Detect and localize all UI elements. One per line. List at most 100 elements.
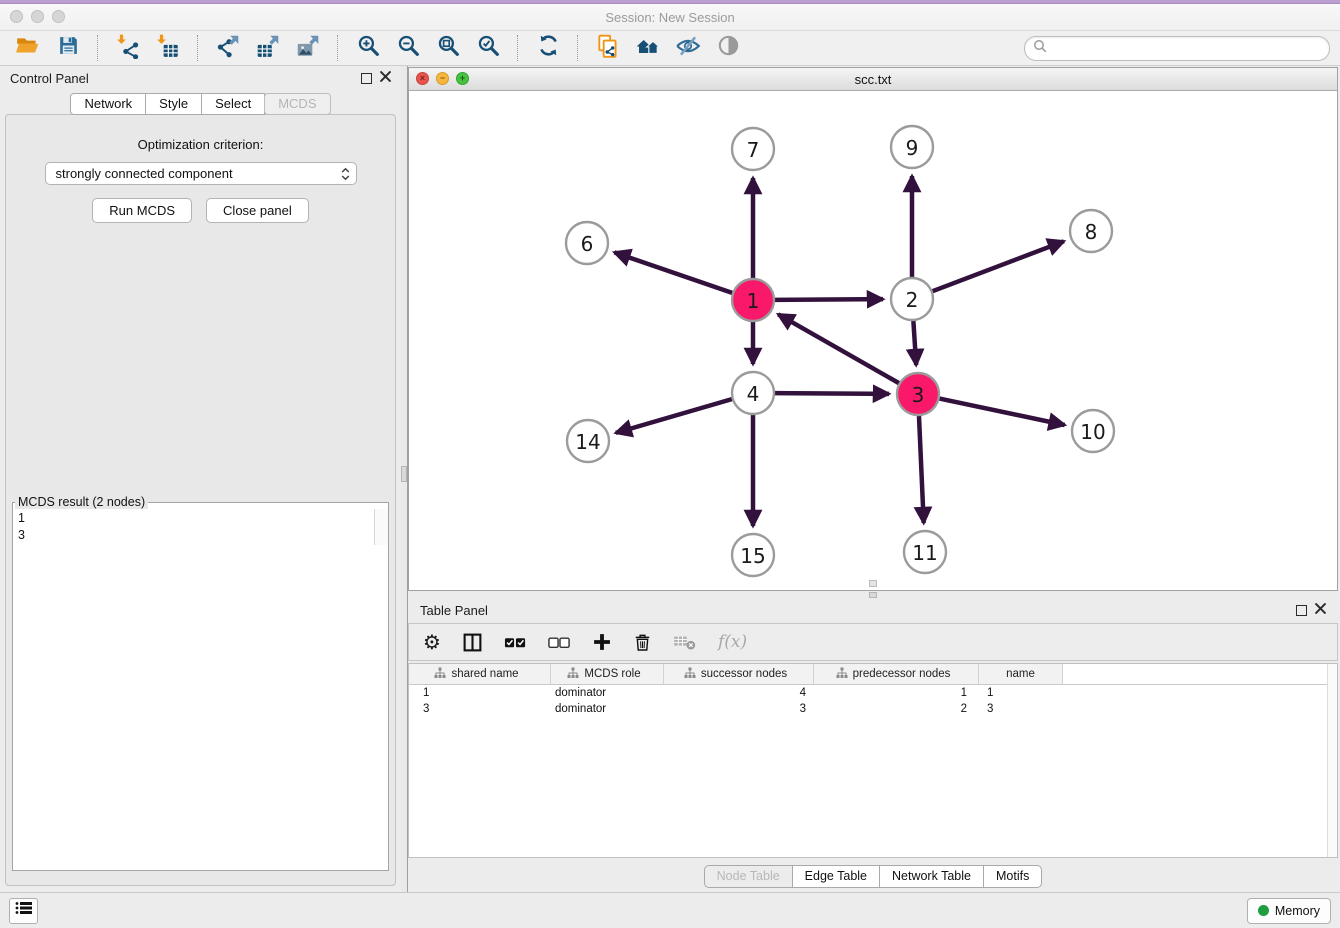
graph-node-1[interactable]: 1 [732,279,774,321]
column-header-mcds-role[interactable]: MCDS role [551,664,664,684]
table-row[interactable]: 1 dominator 4 1 1 [409,685,1337,701]
add-row-icon[interactable] [592,632,612,652]
zoom-out-button[interactable] [390,33,426,63]
graph-edge-3-1[interactable] [778,314,899,383]
run-mcds-button[interactable]: Run MCDS [92,198,192,223]
graph-node-7[interactable]: 7 [732,128,774,170]
column-layout-icon[interactable] [462,632,483,653]
graph-node-9[interactable]: 9 [891,126,933,168]
graph-edge-4-14[interactable] [616,399,732,433]
export-network-button[interactable] [210,33,246,63]
graph-node-6[interactable]: 6 [566,222,608,264]
float-panel-icon[interactable] [361,73,372,84]
graph-edge-3-10[interactable] [940,399,1065,425]
save-session-button[interactable] [50,33,86,63]
zoom-window-icon[interactable] [52,10,65,23]
cell-shared-name[interactable]: 3 [409,703,551,715]
toolbar-separator [197,35,199,61]
tab-network[interactable]: Network [70,93,146,115]
select-all-icon[interactable] [504,635,527,650]
svg-text:11: 11 [912,541,937,565]
graph-node-11[interactable]: 11 [904,531,946,573]
network-canvas[interactable]: 7 9 6 8 1 2 4 3 14 10 15 11 [409,91,1337,590]
graph-node-15[interactable]: 15 [732,534,774,576]
close-panel-icon[interactable] [380,69,391,87]
delete-row-icon[interactable] [633,632,652,653]
zoom-selected-button[interactable] [470,33,506,63]
mcds-result-list[interactable]: 1 3 [13,509,374,545]
graph-edge-2-8[interactable] [933,241,1064,291]
criterion-dropdown[interactable]: strongly connected component [45,162,357,185]
graph-node-3[interactable]: 3 [897,373,939,415]
graph-edge-2-3[interactable] [913,321,916,365]
graph-node-10[interactable]: 10 [1072,410,1114,452]
table-scrollbar[interactable] [1327,664,1337,857]
svg-text:9: 9 [906,136,919,160]
cell-shared-name[interactable]: 1 [409,687,551,699]
column-header-successor-nodes[interactable]: successor nodes [664,664,814,684]
float-panel-icon[interactable] [1296,605,1307,616]
tab-select[interactable]: Select [201,93,265,115]
cell-name[interactable]: 3 [979,703,1063,715]
tab-mcds[interactable]: MCDS [264,93,330,115]
close-window-icon[interactable] [10,10,23,23]
column-header-name[interactable]: name [979,664,1063,684]
graph-edge-1-2[interactable] [775,299,883,300]
memory-button[interactable]: Memory [1247,898,1331,924]
clone-network-button[interactable] [590,33,626,63]
cell-mcds-role[interactable]: dominator [551,687,664,699]
tab-motifs[interactable]: Motifs [983,865,1042,888]
cell-name[interactable]: 1 [979,687,1063,699]
minimize-window-icon[interactable] [31,10,44,23]
first-neighbors-button[interactable] [630,33,666,63]
import-network-button[interactable] [110,33,146,63]
search-input[interactable] [1052,40,1321,57]
column-header-shared-name[interactable]: shared name [409,664,551,684]
import-table-button[interactable] [150,33,186,63]
graph-node-2[interactable]: 2 [891,278,933,320]
tab-network-table[interactable]: Network Table [879,865,984,888]
canvas-resize-grip[interactable] [869,580,877,587]
vertical-splitter[interactable] [401,66,408,892]
refresh-layout-button[interactable] [530,33,566,63]
network-window-titlebar[interactable]: × − + scc.txt [409,68,1337,91]
delete-table-icon[interactable] [673,633,697,651]
splitter-grip[interactable] [869,592,877,598]
cell-mcds-role[interactable]: dominator [551,703,664,715]
show-all-button[interactable] [710,33,746,63]
graph-node-14[interactable]: 14 [567,420,609,462]
cell-successor-nodes[interactable]: 3 [664,703,814,715]
cell-predecessor-nodes[interactable]: 2 [814,703,979,715]
graph-node-8[interactable]: 8 [1070,210,1112,252]
graph-node-4[interactable]: 4 [732,372,774,414]
deselect-all-icon[interactable] [548,635,571,650]
column-header-predecessor-nodes[interactable]: predecessor nodes [814,664,979,684]
cell-predecessor-nodes[interactable]: 1 [814,687,979,699]
tab-node-table[interactable]: Node Table [704,865,793,888]
maximize-network-icon[interactable]: + [456,72,469,85]
task-history-button[interactable] [9,898,38,924]
graph-edge-3-11[interactable] [919,416,924,523]
close-panel-button[interactable]: Close panel [206,198,309,223]
graph-edge-4-3[interactable] [775,393,889,394]
gear-icon[interactable]: ⚙ [423,632,441,652]
splitter-grip[interactable] [401,466,407,482]
table-row[interactable]: 3 dominator 3 2 3 [409,701,1337,717]
horizontal-splitter[interactable] [408,591,1338,598]
zoom-fit-button[interactable] [430,33,466,63]
close-panel-icon[interactable] [1315,601,1326,619]
close-network-icon[interactable]: × [416,72,429,85]
search-field[interactable] [1024,36,1330,61]
tab-style[interactable]: Style [145,93,202,115]
zoom-in-button[interactable] [350,33,386,63]
tab-edge-table[interactable]: Edge Table [792,865,880,888]
function-builder-icon[interactable]: f(x) [718,634,747,651]
open-session-button[interactable] [10,33,46,63]
export-image-button[interactable] [290,33,326,63]
hide-selected-button[interactable] [670,33,706,63]
export-table-button[interactable] [250,33,286,63]
graph-edge-1-6[interactable] [614,252,732,292]
result-scrollbar[interactable] [374,509,388,545]
minimize-network-icon[interactable]: − [436,72,449,85]
cell-successor-nodes[interactable]: 4 [664,687,814,699]
